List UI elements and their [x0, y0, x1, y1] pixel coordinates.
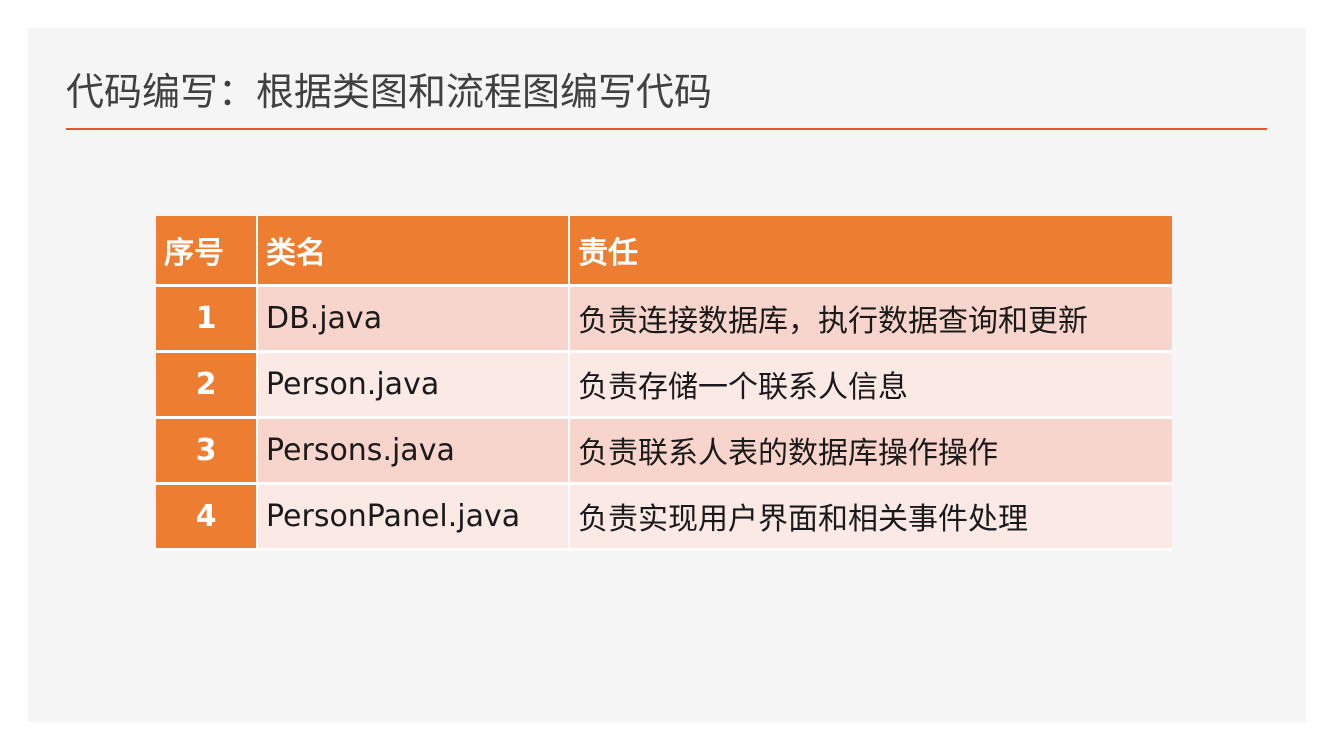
table-row: 1 DB.java 负责连接数据库，执行数据查询和更新 — [156, 285, 1172, 353]
table-row: 2 Person.java 负责存储一个联系人信息 — [156, 351, 1172, 419]
title-divider — [66, 128, 1267, 130]
row-responsibility: 负责实现用户界面和相关事件处理 — [569, 483, 1172, 551]
row-class-name: Persons.java — [257, 417, 570, 485]
slide-title: 代码编写：根据类图和流程图编写代码 — [66, 70, 713, 114]
row-class-name: Person.java — [257, 351, 570, 419]
row-responsibility: 负责联系人表的数据库操作操作 — [569, 417, 1172, 485]
row-index: 2 — [156, 351, 258, 419]
class-responsibility-table: 序号 类名 责任 1 DB.java 负责连接数据库，执行数据查询和更新 2 P… — [156, 216, 1172, 551]
header-index: 序号 — [156, 216, 258, 287]
table-row: 4 PersonPanel.java 负责实现用户界面和相关事件处理 — [156, 483, 1172, 551]
row-index: 3 — [156, 417, 258, 485]
row-responsibility: 负责存储一个联系人信息 — [569, 351, 1172, 419]
row-index: 4 — [156, 483, 258, 551]
header-responsibility: 责任 — [569, 216, 1172, 287]
header-class-name: 类名 — [257, 216, 570, 287]
table-header-row: 序号 类名 责任 — [156, 216, 1172, 287]
row-responsibility: 负责连接数据库，执行数据查询和更新 — [569, 285, 1172, 353]
row-class-name: DB.java — [257, 285, 570, 353]
row-class-name: PersonPanel.java — [257, 483, 570, 551]
slide: 代码编写：根据类图和流程图编写代码 序号 类名 责任 1 DB.java 负责连… — [28, 28, 1306, 722]
row-index: 1 — [156, 285, 258, 353]
table-row: 3 Persons.java 负责联系人表的数据库操作操作 — [156, 417, 1172, 485]
